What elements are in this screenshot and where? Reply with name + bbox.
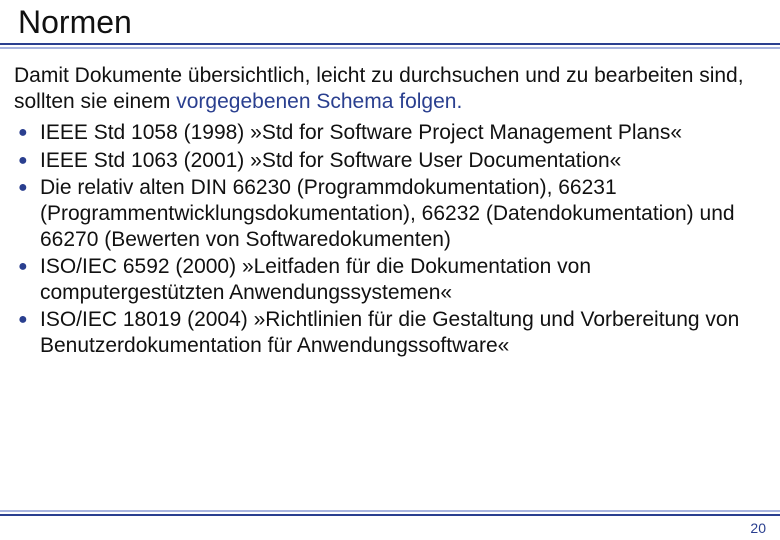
page-number: 20 xyxy=(750,520,766,536)
slide-content: Damit Dokumente übersichtlich, leicht zu… xyxy=(0,63,780,359)
footer-accent-line xyxy=(0,510,780,512)
intro-paragraph: Damit Dokumente übersichtlich, leicht zu… xyxy=(14,63,766,114)
slide: Normen Damit Dokumente übersichtlich, le… xyxy=(0,0,780,540)
slide-title: Normen xyxy=(18,4,780,41)
list-item: ISO/IEC 6592 (2000) »Leitfaden für die D… xyxy=(14,254,766,305)
bullet-list: IEEE Std 1058 (1998) »Std for Software P… xyxy=(14,120,766,358)
bullet-text: Die relativ alten DIN 66230 (Programmdok… xyxy=(40,176,735,250)
list-item: IEEE Std 1063 (2001) »Std for Software U… xyxy=(14,148,766,174)
list-item: ISO/IEC 18019 (2004) »Richtlinien für di… xyxy=(14,307,766,358)
footer-line xyxy=(0,514,780,516)
intro-highlight: vorgegebenen Schema folgen. xyxy=(176,90,462,113)
list-item: IEEE Std 1058 (1998) »Std for Software P… xyxy=(14,120,766,146)
list-item: Die relativ alten DIN 66230 (Programmdok… xyxy=(14,175,766,252)
bullet-text: ISO/IEC 18019 (2004) »Richtlinien für di… xyxy=(40,308,739,357)
title-bar: Normen xyxy=(0,0,780,45)
bullet-text: ISO/IEC 6592 (2000) »Leitfaden für die D… xyxy=(40,255,591,304)
bullet-text: IEEE Std 1063 (2001) »Std for Software U… xyxy=(40,149,621,172)
accent-line xyxy=(0,47,780,49)
bullet-text: IEEE Std 1058 (1998) »Std for Software P… xyxy=(40,121,682,144)
